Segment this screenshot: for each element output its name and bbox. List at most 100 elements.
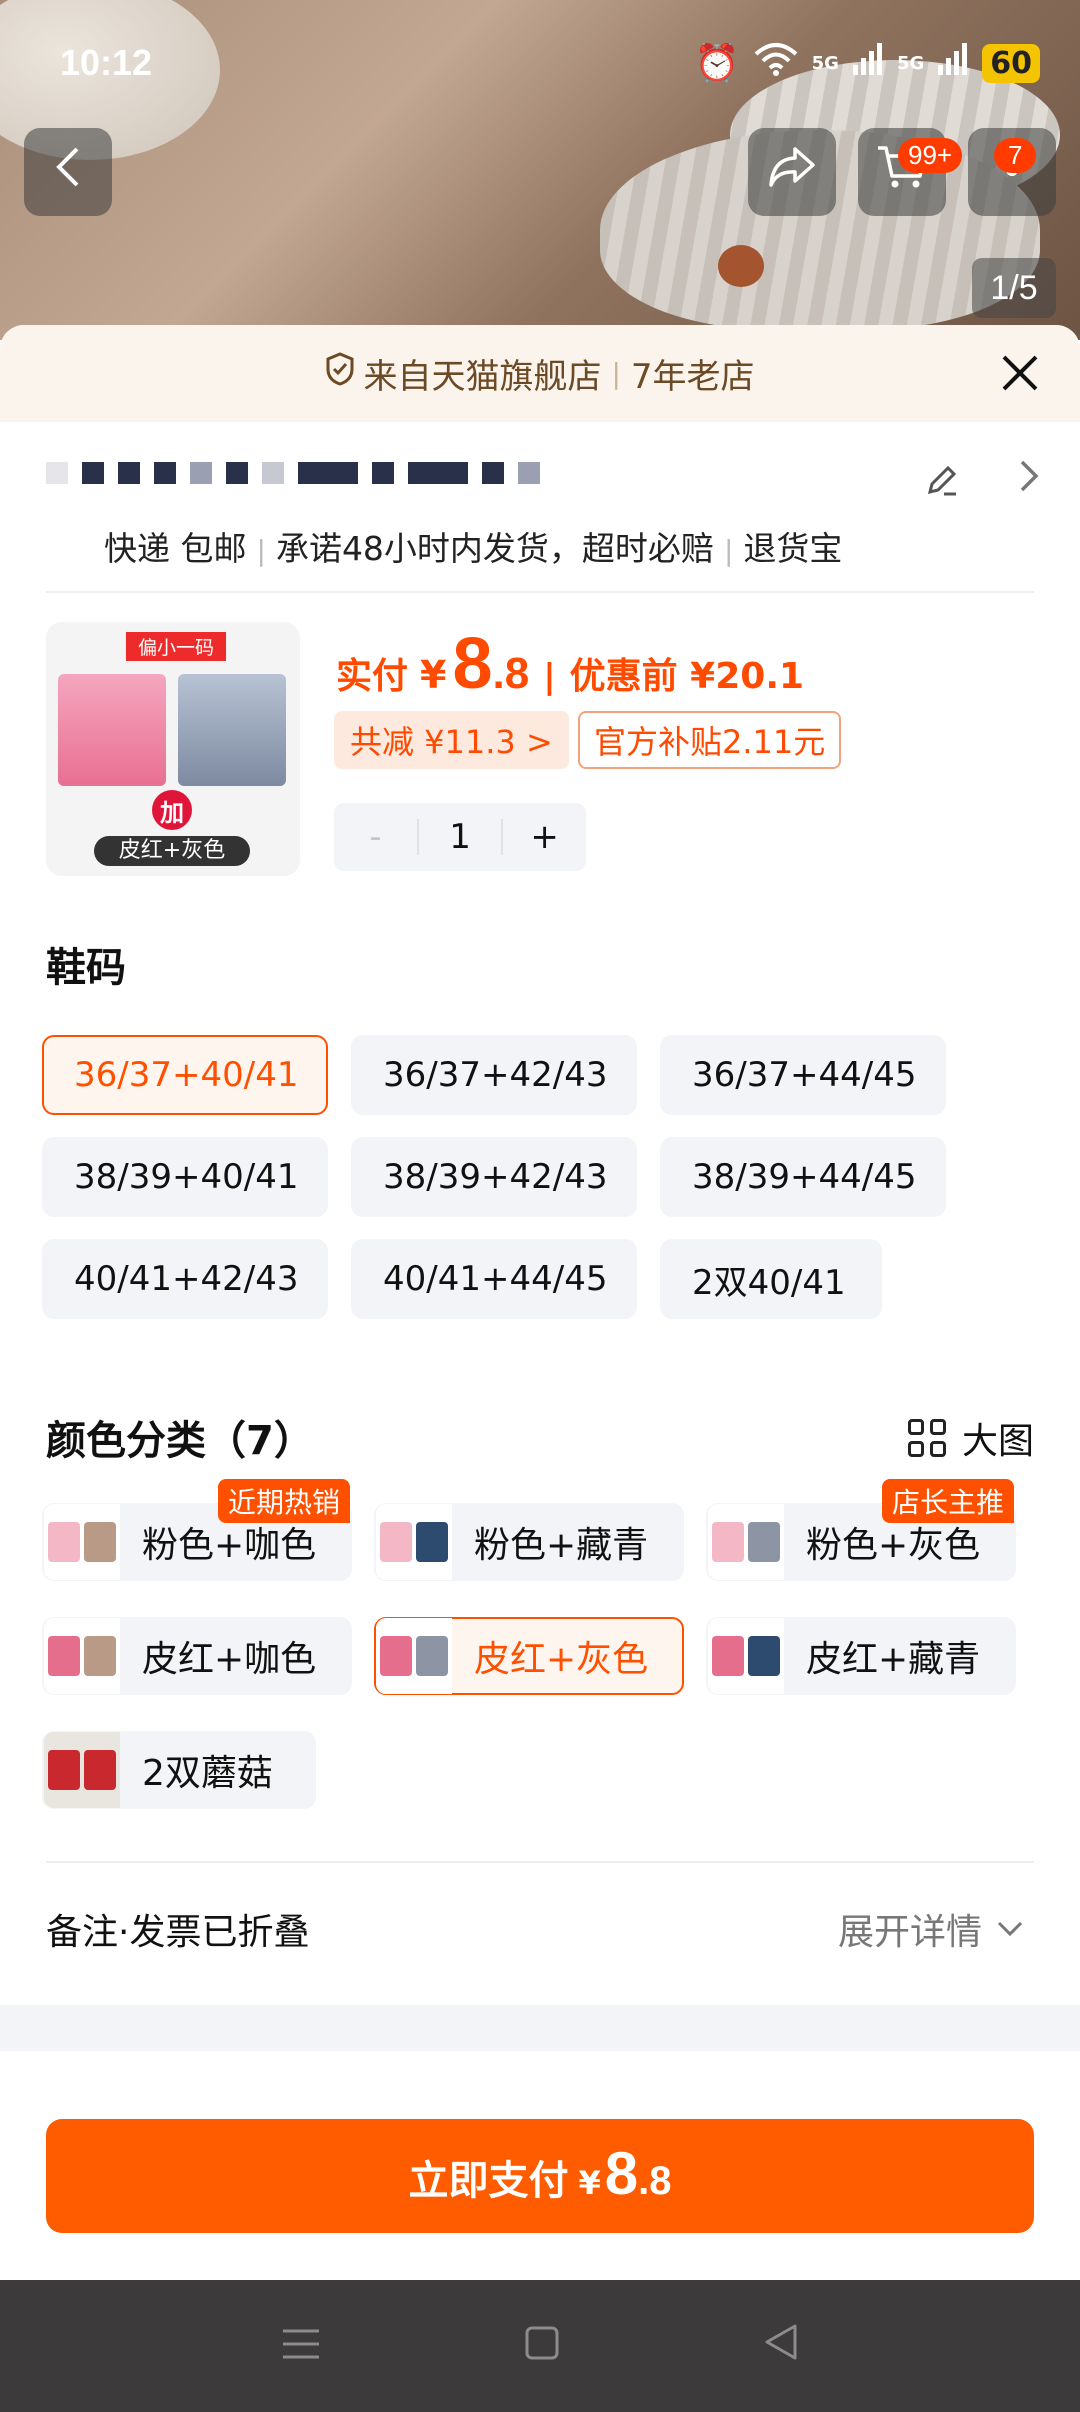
color-section-title: 颜色分类（7） [46, 1418, 314, 1464]
decrease-button[interactable]: - [334, 817, 417, 857]
store-separator: | [611, 357, 621, 390]
size-option[interactable]: 36/37+40/41 [42, 1035, 328, 1115]
color-thumbnail [708, 1618, 784, 1694]
plus-badge: 加 [152, 790, 192, 830]
color-option-label: 皮红+藏青 [806, 1639, 981, 1680]
divider [46, 591, 1034, 593]
size-option[interactable]: 38/39+40/41 [42, 1137, 328, 1217]
close-icon [1002, 355, 1038, 391]
menu-icon[interactable] [281, 2321, 321, 2372]
thumb-image-pink [58, 674, 166, 786]
signal-icon-2 [938, 42, 968, 84]
thumb-caption: 皮红+灰色 [94, 836, 250, 866]
color-option-selected[interactable]: 皮红+灰色 [374, 1617, 684, 1695]
pay-amount-decimal: .8 [638, 2159, 672, 2203]
size-hint-tag: 偏小一码 [126, 632, 227, 661]
color-option[interactable]: 皮红+咖色 [42, 1617, 352, 1695]
divider [46, 1861, 1034, 1863]
wifi-icon [754, 42, 798, 85]
order-sheet: 来自天猫旗舰店 | 7年老店 快递 包邮 | 承诺48小时内发货，超时必赔 | 退货宝 … [0, 325, 1080, 2280]
color-thumbnail [376, 1504, 452, 1580]
message-count-badge: 7 [994, 138, 1037, 173]
color-option[interactable]: 皮红+藏青 [706, 1617, 1016, 1695]
size-section-title: 鞋码 [46, 945, 126, 991]
grid-icon [907, 1419, 946, 1457]
color-option-label: 粉色+灰色 [806, 1525, 981, 1566]
size-option[interactable]: 38/39+44/45 [660, 1137, 946, 1217]
color-option[interactable]: 粉色+咖色 近期热销 [42, 1479, 352, 1581]
color-thumbnail [376, 1618, 452, 1694]
bear-emblem [718, 245, 764, 287]
address-redacted [46, 462, 540, 484]
thumb-image-gray [178, 674, 286, 786]
image-page-indicator: 1/5 [972, 258, 1056, 318]
big-picture-toggle[interactable]: 大图 [907, 1412, 1034, 1464]
pay-now-label: 立即支付 [408, 2158, 569, 2204]
pay-now-button[interactable]: 立即支付 ¥ 8 .8 [46, 2119, 1034, 2233]
shipping-item: 退货宝 [743, 529, 843, 568]
discount-detail-chip[interactable]: 共减 ¥11.3 > [334, 711, 569, 769]
shipping-info: 快递 包邮 | 承诺48小时内发货，超时必赔 | 退货宝 [104, 529, 843, 568]
expand-label: 展开详情 [837, 1912, 982, 1953]
chevron-right-icon [1020, 460, 1039, 492]
chevron-left-icon [53, 145, 83, 200]
color-option-label: 皮红+灰色 [474, 1639, 649, 1680]
color-thumbnail [44, 1504, 120, 1580]
color-option[interactable]: 2双蘑菇 [42, 1731, 316, 1809]
recommend-tag: 店长主推 [881, 1479, 1014, 1523]
cart-count-badge: 99+ [898, 138, 963, 173]
address-section[interactable]: 快递 包邮 | 承诺48小时内发货，超时必赔 | 退货宝 [0, 422, 1080, 605]
store-years: 7年老店 [630, 357, 755, 397]
signal-label-2: 5G [896, 52, 925, 74]
original-price: 优惠前 ¥20.1 [569, 656, 805, 697]
shipping-item: 承诺48小时内发货，超时必赔 [275, 529, 714, 568]
size-option[interactable]: 36/37+44/45 [660, 1035, 946, 1115]
size-option[interactable]: 38/39+42/43 [351, 1137, 637, 1217]
color-thumbnail [44, 1732, 120, 1808]
currency-symbol: ¥ [420, 653, 447, 697]
chevron-down-icon [997, 1921, 1023, 1937]
back-button[interactable] [24, 128, 112, 216]
share-icon [767, 145, 817, 200]
alarm-icon: ⏰ [694, 43, 740, 84]
color-option-label: 粉色+藏青 [474, 1525, 649, 1566]
price-decimal: .8 [492, 649, 530, 698]
color-option[interactable]: 粉色+藏青 [374, 1503, 684, 1581]
size-option[interactable]: 40/41+44/45 [351, 1239, 637, 1319]
product-thumbnail[interactable]: 偏小一码 加 皮红+灰色 [46, 622, 300, 876]
store-source: 来自天猫旗舰店 [363, 357, 602, 397]
close-button[interactable] [1000, 347, 1040, 405]
store-info-bar: 来自天猫旗舰店 | 7年老店 [0, 325, 1080, 422]
color-option[interactable]: 粉色+灰色 店长主推 [706, 1479, 1016, 1581]
size-option[interactable]: 36/37+42/43 [351, 1035, 637, 1115]
battery-indicator: 60 [982, 43, 1040, 83]
signal-label-1: 5G [811, 52, 839, 74]
color-option-label: 粉色+咖色 [142, 1525, 317, 1566]
big-picture-label: 大图 [961, 1421, 1034, 1462]
price-separator: | [543, 657, 556, 697]
pay-currency: ¥ [578, 2164, 601, 2202]
subsidy-chip: 官方补贴2.11元 [578, 711, 842, 769]
edit-address-button[interactable] [924, 462, 960, 507]
color-option-label: 皮红+咖色 [142, 1639, 317, 1680]
shield-check-icon [325, 352, 355, 395]
section-gap [0, 2005, 1080, 2051]
size-option[interactable]: 2双40/41 [660, 1239, 882, 1319]
color-options: 粉色+咖色 近期热销 粉色+藏青 粉色+灰色 店长主推 皮红+咖色 皮红+灰色 … [42, 1479, 1062, 1809]
back-triangle-icon[interactable] [763, 2321, 799, 2372]
color-thumbnail [708, 1504, 784, 1580]
share-button[interactable] [748, 128, 836, 216]
address-arrow[interactable] [1018, 458, 1040, 504]
expand-details-button[interactable]: 展开详情 [838, 1903, 1024, 1955]
pay-amount-integer: 8 [604, 2140, 639, 2207]
price-line: 实付 ¥ 8 .8 | 优惠前 ¥20.1 [336, 623, 804, 705]
status-time: 10:12 [60, 42, 153, 83]
signal-icon-1 [852, 42, 883, 84]
size-option[interactable]: 40/41+42/43 [42, 1239, 328, 1319]
quantity-value[interactable]: 1 [416, 819, 504, 855]
home-icon[interactable] [524, 2321, 560, 2372]
increase-button[interactable]: + [503, 817, 586, 857]
pencil-icon [927, 465, 957, 496]
system-nav-bar [0, 2280, 1080, 2412]
size-options: 36/37+40/41 36/37+42/43 36/37+44/45 38/3… [42, 1035, 1042, 1319]
